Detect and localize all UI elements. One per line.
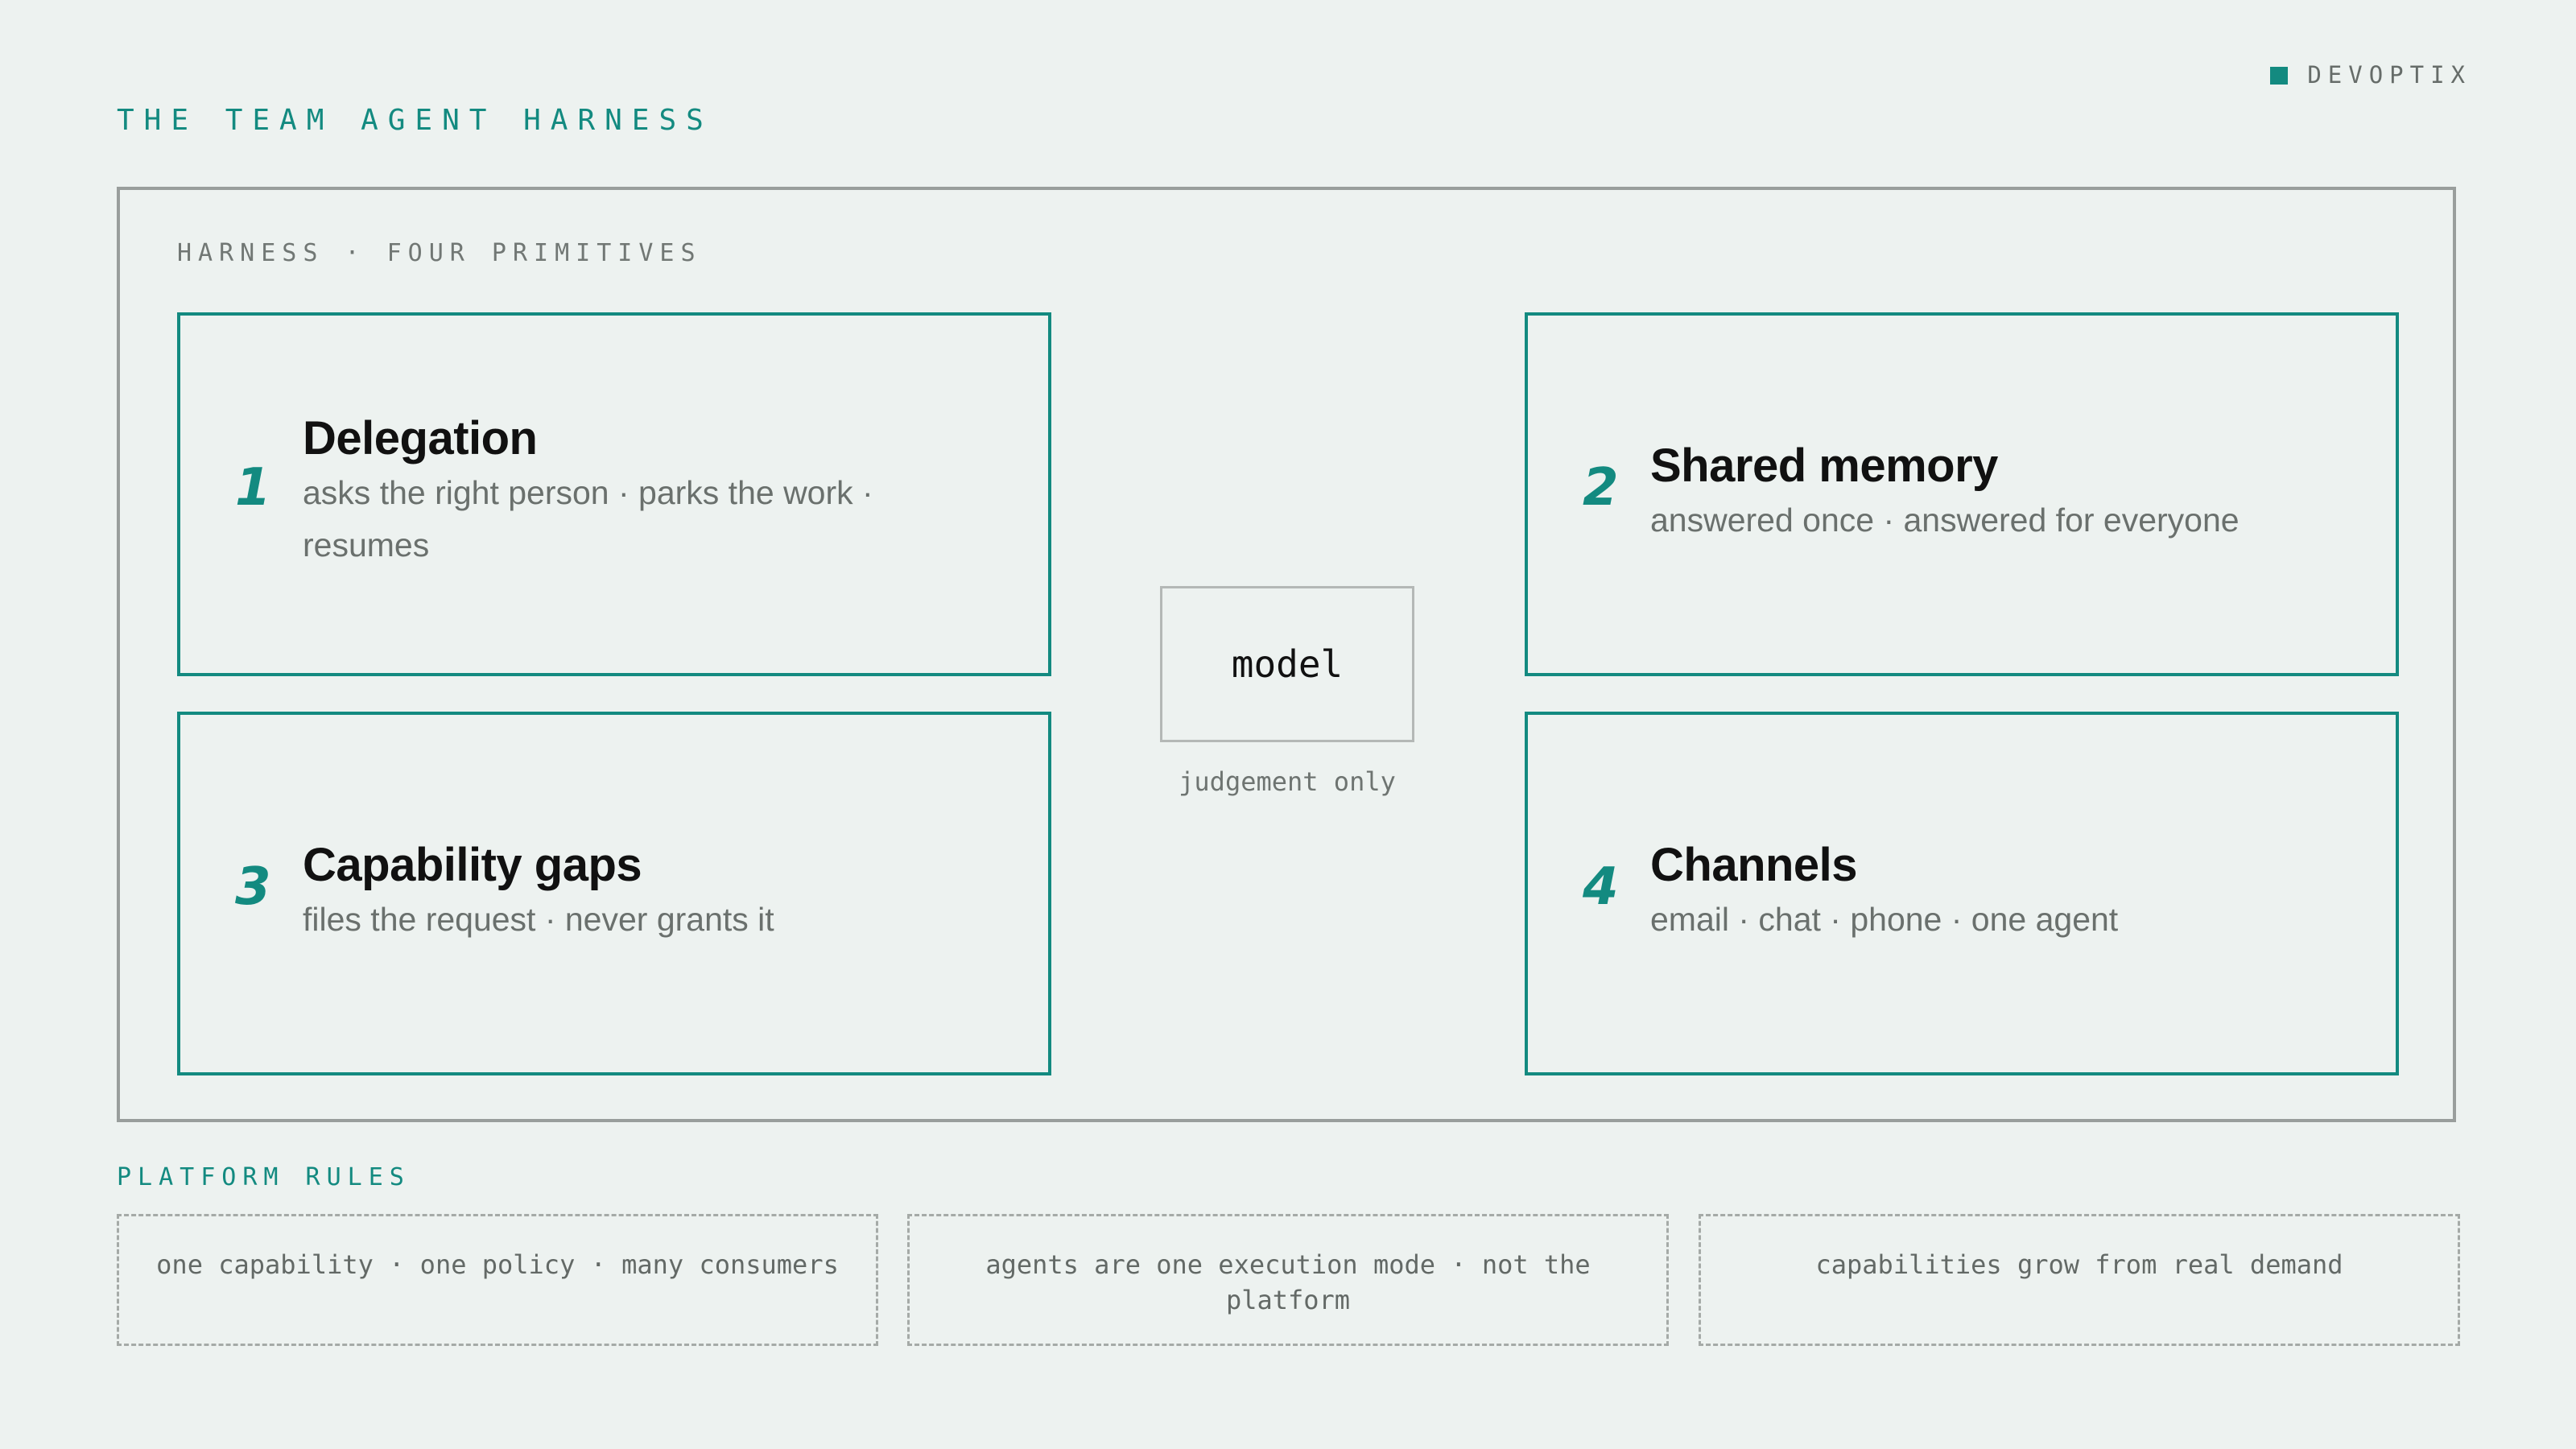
primitive-text: Capability gaps files the request · neve… bbox=[303, 837, 952, 946]
brand: DEVOPTIX bbox=[2270, 64, 2471, 87]
platform-rule-text: capabilities grow from real demand bbox=[1815, 1249, 2343, 1280]
primitive-number: 2 bbox=[1583, 458, 1619, 518]
brand-square-icon bbox=[2270, 66, 2289, 85]
primitive-title: Shared memory bbox=[1650, 440, 1998, 492]
primitive-card-delegation: 1 Delegation asks the right person · par… bbox=[177, 312, 1051, 676]
primitive-text: Shared memory answered once · answered f… bbox=[1650, 438, 2299, 547]
model-caption: judgement only bbox=[1179, 766, 1396, 797]
primitive-card-channels: 4 Channels email · chat · phone · one ag… bbox=[1525, 712, 2399, 1075]
primitive-card-capability-gaps: 3 Capability gaps files the request · ne… bbox=[177, 712, 1051, 1075]
primitive-description: files the request · never grants it bbox=[303, 900, 774, 938]
primitive-number: 4 bbox=[1583, 857, 1619, 917]
primitive-description: asks the right person · parks the work ·… bbox=[303, 473, 873, 564]
page-title: THE TEAM AGENT HARNESS bbox=[117, 104, 713, 137]
platform-rule-card: agents are one execution mode · not the … bbox=[907, 1214, 1669, 1346]
platform-rule-card: one capability · one policy · many consu… bbox=[117, 1214, 878, 1346]
primitive-title: Delegation bbox=[303, 412, 538, 464]
platform-rule-text: one capability · one policy · many consu… bbox=[156, 1249, 839, 1280]
platform-rule-text: agents are one execution mode · not the … bbox=[985, 1249, 1591, 1315]
primitive-description: answered once · answered for everyone bbox=[1650, 501, 2240, 539]
model-label: model bbox=[1231, 642, 1344, 686]
primitive-text: Delegation asks the right person · parks… bbox=[303, 411, 952, 572]
primitive-number: 1 bbox=[235, 458, 271, 518]
primitive-description: email · chat · phone · one agent bbox=[1650, 900, 2119, 938]
platform-rule-card: capabilities grow from real demand bbox=[1699, 1214, 2460, 1346]
primitive-title: Capability gaps bbox=[303, 839, 642, 891]
model-box: model bbox=[1160, 586, 1414, 742]
primitive-card-shared-memory: 2 Shared memory answered once · answered… bbox=[1525, 312, 2399, 676]
harness-label: HARNESS · FOUR PRIMITIVES bbox=[177, 239, 702, 267]
brand-name: DEVOPTIX bbox=[2307, 61, 2471, 89]
primitive-text: Channels email · chat · phone · one agen… bbox=[1650, 837, 2299, 946]
platform-rules-title: PLATFORM RULES bbox=[117, 1163, 411, 1191]
primitive-title: Channels bbox=[1650, 839, 1858, 891]
primitive-number: 3 bbox=[235, 857, 271, 917]
